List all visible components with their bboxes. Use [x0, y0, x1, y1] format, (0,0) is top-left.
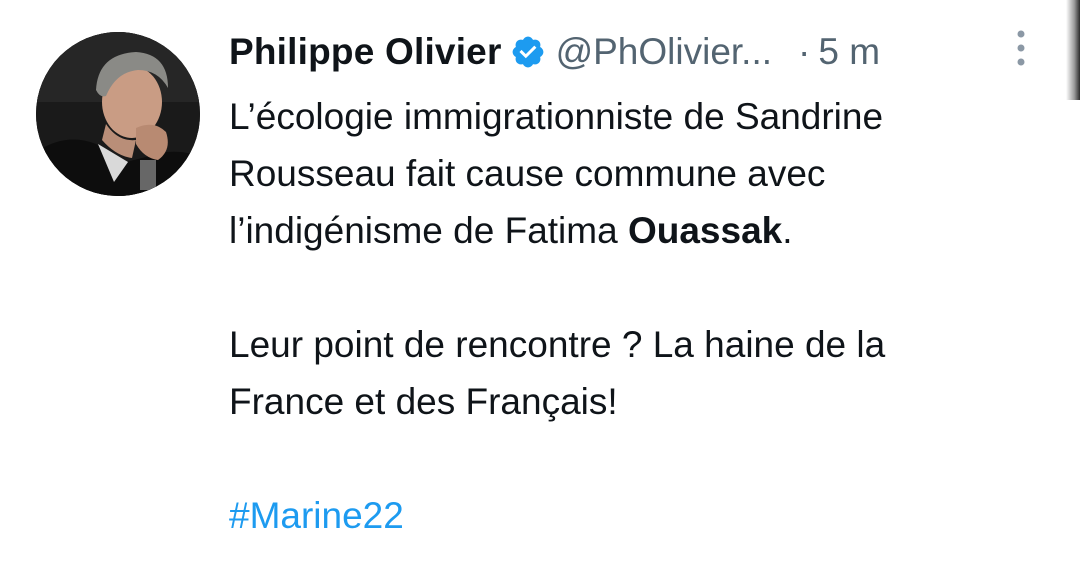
- verified-badge-icon: [510, 34, 546, 70]
- tweet-header: Philippe Olivier @PhOlivier... · 5 m: [229, 28, 880, 76]
- tweet-timestamp[interactable]: 5 m: [818, 31, 880, 73]
- tweet-text-segment: .: [782, 210, 793, 251]
- author-avatar[interactable]: [36, 32, 200, 196]
- tweet-card[interactable]: Philippe Olivier @PhOlivier... · 5 m L’é…: [0, 0, 1080, 572]
- author-display-name[interactable]: Philippe Olivier: [229, 31, 502, 73]
- tweet-text-line: France et des Français!: [229, 381, 618, 422]
- tweet-text-line: Rousseau fait cause commune avec: [229, 153, 826, 194]
- vertical-ellipsis-icon[interactable]: [1010, 28, 1032, 68]
- tweet-text-line: L’écologie immigrationniste de Sandrine: [229, 96, 884, 137]
- screen-edge-shadow: [1066, 0, 1080, 100]
- profile-photo-icon: [36, 32, 200, 196]
- hashtag-link[interactable]: #Marine22: [229, 487, 1049, 544]
- tweet-text-segment: l’indigénisme de Fatima: [229, 210, 628, 251]
- author-handle[interactable]: @PhOlivier...: [556, 31, 772, 73]
- highlighted-keyword: Ouassak: [627, 210, 783, 251]
- tweet-text: L’écologie immigrationniste de Sandrine …: [229, 88, 1049, 544]
- tweet-text-line: Leur point de rencontre ? La haine de la: [229, 324, 886, 365]
- separator-dot: ·: [798, 31, 811, 72]
- tweet-text-line: l’indigénisme de Fatima Ouassak.: [229, 202, 1049, 259]
